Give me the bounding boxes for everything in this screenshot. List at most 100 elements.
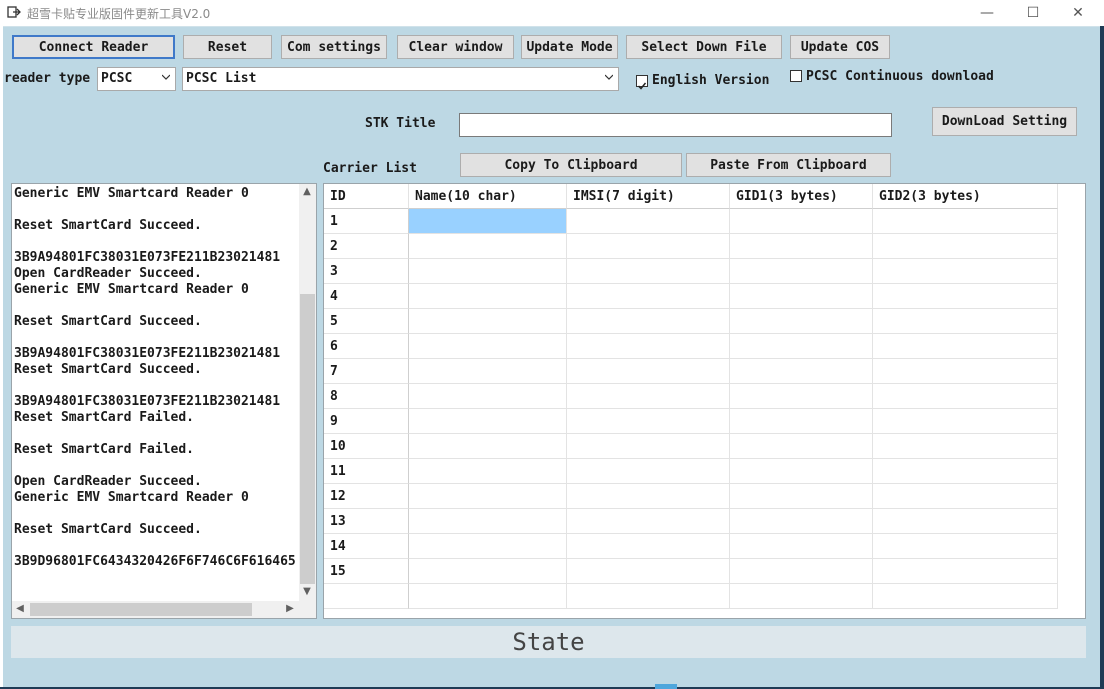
copy-to-clipboard-button[interactable]: Copy To Clipboard: [460, 153, 682, 177]
grid-cell-name[interactable]: [409, 334, 567, 359]
grid-cell-gid2[interactable]: [873, 359, 1058, 384]
grid-cell-gid2[interactable]: [873, 209, 1058, 234]
grid-cell-imsi[interactable]: [567, 484, 730, 509]
grid-cell-gid2[interactable]: [873, 434, 1058, 459]
grid-cell-imsi[interactable]: [567, 209, 730, 234]
grid-cell-selected[interactable]: [409, 209, 567, 234]
grid-header-col-name[interactable]: Name(10 char): [409, 184, 567, 209]
grid-cell-name[interactable]: [409, 434, 567, 459]
grid-cell-name[interactable]: [409, 484, 567, 509]
maximize-button[interactable]: ☐: [1010, 0, 1056, 26]
stk-title-input[interactable]: [459, 113, 892, 137]
grid-cell-imsi[interactable]: [567, 309, 730, 334]
grid-cell-gid1[interactable]: [730, 334, 873, 359]
grid-row-id[interactable]: 12: [324, 484, 409, 509]
reader-type-select[interactable]: PCSC: [97, 67, 176, 91]
grid-cell-gid2[interactable]: [873, 409, 1058, 434]
grid-row-id[interactable]: 4: [324, 284, 409, 309]
grid-cell-name[interactable]: [409, 384, 567, 409]
minimize-button[interactable]: —: [964, 0, 1010, 26]
log-textbox[interactable]: Generic EMV Smartcard Reader 0 Reset Smar…: [11, 183, 317, 619]
grid-cell-name[interactable]: [409, 284, 567, 309]
grid-cell-gid2[interactable]: [873, 259, 1058, 284]
grid-cell-imsi[interactable]: [567, 234, 730, 259]
grid-cell-gid1[interactable]: [730, 584, 873, 609]
grid-row-id[interactable]: 7: [324, 359, 409, 384]
grid-cell-gid2[interactable]: [873, 334, 1058, 359]
grid-header-col-gid2[interactable]: GID2(3 bytes): [873, 184, 1058, 209]
connect-reader-button[interactable]: Connect Reader: [12, 35, 175, 59]
grid-cell-gid2[interactable]: [873, 534, 1058, 559]
grid-cell-gid1[interactable]: [730, 234, 873, 259]
grid-cell-gid2[interactable]: [873, 584, 1058, 609]
grid-cell-name[interactable]: [409, 509, 567, 534]
grid-cell-imsi[interactable]: [567, 434, 730, 459]
grid-cell-gid1[interactable]: [730, 259, 873, 284]
grid-cell-imsi[interactable]: [567, 584, 730, 609]
grid-row-id[interactable]: 9: [324, 409, 409, 434]
vertical-scroll-thumb[interactable]: [300, 294, 315, 584]
grid-row-id[interactable]: [324, 584, 409, 609]
grid-cell-name[interactable]: [409, 459, 567, 484]
scroll-up-icon[interactable]: ▲: [301, 186, 313, 198]
grid-row-id[interactable]: 1: [324, 209, 409, 234]
grid-cell-gid2[interactable]: [873, 284, 1058, 309]
grid-cell-imsi[interactable]: [567, 459, 730, 484]
grid-header-col-imsi[interactable]: IMSI(7 digit): [567, 184, 730, 209]
com-settings-button[interactable]: Com settings: [281, 35, 387, 59]
carrier-grid[interactable]: ID Name(10 char) IMSI(7 digit) GID1(3 bytes…: [323, 183, 1086, 619]
scroll-left-icon[interactable]: ◀: [14, 603, 26, 615]
grid-cell-name[interactable]: [409, 259, 567, 284]
update-mode-button[interactable]: Update Mode: [521, 35, 618, 59]
reset-button[interactable]: Reset: [183, 35, 272, 59]
pcsc-continuous-checkbox[interactable]: [790, 70, 802, 82]
grid-cell-imsi[interactable]: [567, 284, 730, 309]
vertical-scrollbar[interactable]: ▲ ▼: [299, 184, 316, 601]
update-cos-button[interactable]: Update COS: [790, 35, 890, 59]
grid-cell-imsi[interactable]: [567, 384, 730, 409]
grid-cell-name[interactable]: [409, 359, 567, 384]
grid-cell-name[interactable]: [409, 234, 567, 259]
grid-cell-name[interactable]: [409, 534, 567, 559]
grid-cell-name[interactable]: [409, 409, 567, 434]
grid-cell-gid2[interactable]: [873, 559, 1058, 584]
scroll-right-icon[interactable]: ▶: [284, 603, 296, 615]
grid-row-id[interactable]: 15: [324, 559, 409, 584]
grid-row-id[interactable]: 3: [324, 259, 409, 284]
grid-cell-gid2[interactable]: [873, 459, 1058, 484]
grid-cell-imsi[interactable]: [567, 359, 730, 384]
pcsc-list-select[interactable]: PCSC List: [182, 67, 619, 91]
close-button[interactable]: ✕: [1055, 0, 1101, 26]
grid-cell-gid1[interactable]: [730, 209, 873, 234]
grid-row-id[interactable]: 13: [324, 509, 409, 534]
grid-cell-gid2[interactable]: [873, 484, 1058, 509]
grid-cell-gid1[interactable]: [730, 509, 873, 534]
grid-cell-gid1[interactable]: [730, 384, 873, 409]
grid-row-id[interactable]: 11: [324, 459, 409, 484]
grid-row-id[interactable]: 5: [324, 309, 409, 334]
grid-cell-name[interactable]: [409, 559, 567, 584]
grid-cell-name[interactable]: [409, 309, 567, 334]
grid-cell-gid1[interactable]: [730, 284, 873, 309]
grid-cell-gid1[interactable]: [730, 434, 873, 459]
grid-cell-gid2[interactable]: [873, 509, 1058, 534]
grid-cell-gid2[interactable]: [873, 309, 1058, 334]
grid-cell-imsi[interactable]: [567, 259, 730, 284]
grid-cell-gid2[interactable]: [873, 384, 1058, 409]
horizontal-scroll-thumb[interactable]: [30, 603, 252, 616]
grid-row-id[interactable]: 2: [324, 234, 409, 259]
grid-cell-gid2[interactable]: [873, 234, 1058, 259]
grid-row-id[interactable]: 6: [324, 334, 409, 359]
grid-cell-gid1[interactable]: [730, 484, 873, 509]
grid-header-col-id[interactable]: ID: [324, 184, 409, 209]
english-version-checkbox[interactable]: [636, 75, 648, 90]
grid-cell-name[interactable]: [409, 584, 567, 609]
download-setting-button[interactable]: DownLoad Setting: [932, 107, 1077, 136]
paste-from-clipboard-button[interactable]: Paste From Clipboard: [686, 153, 891, 177]
scroll-down-icon[interactable]: ▼: [301, 586, 313, 598]
grid-cell-imsi[interactable]: [567, 534, 730, 559]
select-down-file-button[interactable]: Select Down File: [626, 35, 782, 59]
grid-cell-gid1[interactable]: [730, 559, 873, 584]
grid-cell-gid1[interactable]: [730, 309, 873, 334]
grid-cell-imsi[interactable]: [567, 334, 730, 359]
